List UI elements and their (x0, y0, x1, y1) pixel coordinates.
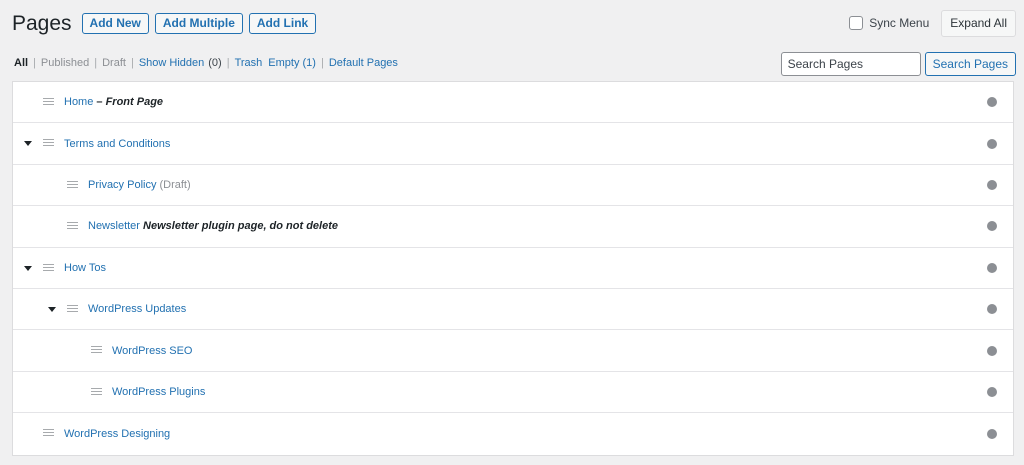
page-title-text[interactable]: WordPress Updates (88, 303, 186, 315)
drag-handle-icon[interactable] (43, 429, 54, 437)
show-hidden-count: (0) (208, 57, 222, 69)
row-status-dot-icon[interactable] (987, 345, 997, 356)
expand-caret-icon[interactable] (24, 141, 32, 147)
filter-separator: | (94, 57, 98, 69)
row-status-dot-icon[interactable] (987, 221, 997, 232)
page-title-link[interactable]: Home – Front Page (64, 96, 163, 108)
filter-separator: | (320, 57, 324, 69)
page-title-link[interactable]: Terms and Conditions (64, 138, 170, 150)
page-title-text[interactable]: WordPress Plugins (112, 386, 205, 398)
page-title-link[interactable]: WordPress Plugins (112, 386, 205, 398)
drag-handle-icon[interactable] (91, 346, 102, 354)
page-title-link[interactable]: WordPress Designing (64, 428, 170, 440)
filter-separator: | (33, 57, 36, 69)
page-note: Newsletter plugin page, do not delete (143, 220, 338, 233)
row-status-dot-icon[interactable] (987, 262, 997, 273)
page-title-link[interactable]: Newsletter Newsletter plugin page, do no… (88, 220, 338, 232)
page-title-link[interactable]: WordPress SEO (112, 345, 193, 357)
expand-caret-icon[interactable] (48, 306, 56, 312)
page-title-text[interactable]: Home (64, 96, 93, 108)
search-box: Search Pages (780, 52, 1016, 76)
page-row[interactable]: How Tos (13, 248, 1013, 289)
page-row[interactable]: WordPress Designing (13, 413, 1013, 454)
status-filters: All | Published | Draft | Show Hidden (0… (14, 57, 398, 69)
row-status-dot-icon[interactable] (987, 304, 997, 315)
drag-handle-icon[interactable] (43, 139, 54, 147)
add-new-button[interactable]: Add New (81, 12, 149, 34)
pages-screen: Pages Add New Add Multiple Add Link Sync… (0, 0, 1024, 465)
page-title-text[interactable]: How Tos (64, 262, 106, 274)
title-separator: – (93, 96, 106, 109)
page-row[interactable]: Home – Front Page (13, 82, 1013, 124)
page-row[interactable]: Newsletter Newsletter plugin page, do no… (13, 206, 1013, 248)
filter-draft[interactable]: Draft (102, 57, 126, 69)
filter-separator: | (130, 57, 134, 69)
page-header: Pages Add New Add Multiple Add Link Sync… (12, 8, 1016, 38)
page-row[interactable]: Privacy Policy (Draft) (13, 165, 1013, 207)
add-multiple-button[interactable]: Add Multiple (154, 12, 243, 34)
drag-handle-icon[interactable] (67, 222, 78, 230)
page-row[interactable]: WordPress SEO (13, 330, 1013, 372)
drag-handle-icon[interactable] (67, 180, 78, 188)
page-title-link[interactable]: WordPress Updates (88, 303, 186, 315)
filter-show-hidden[interactable]: Show Hidden (139, 57, 204, 69)
page-title-text[interactable]: Newsletter (88, 220, 140, 232)
filter-separator: | (226, 57, 230, 69)
default-pages-link[interactable]: Default Pages (329, 57, 398, 69)
drag-handle-icon[interactable] (43, 263, 54, 271)
page-title-text[interactable]: WordPress Designing (64, 428, 170, 440)
expand-all-button[interactable]: Expand All (941, 9, 1016, 37)
page-note: Front Page (105, 96, 164, 109)
page-status: (Draft) (159, 178, 191, 191)
search-input[interactable] (780, 52, 921, 76)
row-status-dot-icon[interactable] (987, 97, 997, 108)
page-row[interactable]: WordPress Updates (13, 289, 1013, 331)
drag-handle-icon[interactable] (67, 304, 78, 312)
filter-published[interactable]: Published (41, 57, 89, 69)
filter-trash[interactable]: Trash (235, 57, 263, 69)
page-title-text[interactable]: WordPress SEO (112, 345, 193, 357)
page-title-text[interactable]: Terms and Conditions (64, 138, 170, 150)
page-tree-list: Home – Front Page Terms and Conditions Pri… (12, 81, 1014, 456)
row-status-dot-icon[interactable] (987, 386, 997, 397)
row-status-dot-icon[interactable] (987, 138, 997, 149)
search-button[interactable]: Search Pages (924, 52, 1016, 76)
drag-handle-icon[interactable] (43, 98, 54, 105)
add-link-button[interactable]: Add Link (248, 12, 317, 34)
header-actions: Sync Menu Expand All (849, 9, 1016, 37)
page-row[interactable]: WordPress Plugins (13, 372, 1013, 414)
page-title: Pages (12, 11, 72, 35)
drag-handle-icon[interactable] (91, 387, 102, 395)
page-title-link[interactable]: Privacy Policy (Draft) (88, 179, 191, 191)
sync-menu-toggle[interactable]: Sync Menu (849, 16, 929, 30)
row-status-dot-icon[interactable] (987, 428, 997, 439)
page-row[interactable]: Terms and Conditions (13, 123, 1013, 165)
filter-all[interactable]: All (14, 57, 28, 69)
page-title-text[interactable]: Privacy Policy (88, 179, 156, 191)
sync-menu-checkbox[interactable] (849, 16, 864, 30)
row-status-dot-icon[interactable] (987, 179, 997, 190)
sync-menu-label: Sync Menu (869, 16, 930, 30)
page-title-link[interactable]: How Tos (64, 262, 106, 274)
empty-trash-link[interactable]: Empty (1) (268, 57, 316, 69)
expand-caret-icon[interactable] (24, 265, 32, 271)
